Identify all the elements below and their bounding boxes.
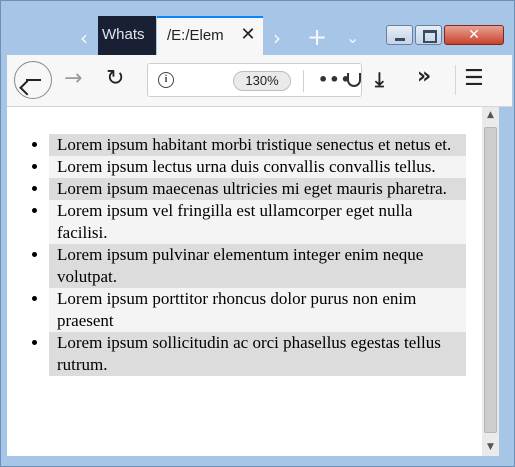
tab-strip: ‹ Whats /E:/Elem ✕ › + ⌄ ✕ (7, 13, 512, 55)
tab-active-file[interactable]: /E:/Elem ✕ (157, 16, 263, 55)
scrollbar-thumb[interactable] (484, 127, 497, 433)
tab-list-button[interactable]: ⌄ (346, 27, 359, 49)
address-bar[interactable]: i 130% ••• (147, 63, 362, 97)
list-item: Lorem ipsum maecenas ultricies mi eget m… (49, 178, 466, 200)
list-item: Lorem ipsum pulvinar elementum integer e… (49, 244, 466, 288)
zoom-level-badge[interactable]: 130% (233, 71, 291, 91)
tab-scroll-left-button[interactable]: ‹ (73, 27, 95, 49)
hamburger-menu-icon[interactable]: ☰ (464, 67, 484, 91)
browser-window: ‹ Whats /E:/Elem ✕ › + ⌄ ✕ → ↻ i 130% ••… (0, 0, 515, 467)
page-content: Lorem ipsum habitant morbi tristique sen… (7, 107, 482, 456)
back-button[interactable] (14, 61, 52, 99)
new-tab-button[interactable]: + (307, 25, 327, 49)
close-icon: ✕ (468, 27, 480, 43)
forward-button[interactable]: → (64, 67, 88, 91)
navigation-toolbar: → ↻ i 130% ••• ⤓ » ☰ (7, 55, 512, 107)
maximize-button[interactable] (415, 25, 442, 45)
minimize-button[interactable] (386, 25, 413, 45)
list-item: Lorem ipsum lectus urna duis convallis c… (49, 156, 466, 178)
list-item: Lorem ipsum vel fringilla est ullamcorpe… (49, 200, 466, 244)
list-item: Lorem ipsum sollicitudin ac orci phasell… (49, 332, 466, 376)
vertical-scrollbar[interactable]: ▲ ▼ (482, 107, 499, 456)
reload-button[interactable]: ↻ (106, 67, 130, 91)
info-icon[interactable]: i (158, 72, 174, 88)
pocket-icon[interactable] (347, 73, 361, 87)
scroll-up-arrow-icon[interactable]: ▲ (482, 107, 499, 124)
tab-title: Whats (102, 26, 145, 43)
tab-whatsapp[interactable]: Whats (98, 16, 156, 55)
tab-title: /E:/Elem (167, 27, 224, 44)
toolbar-divider (455, 65, 456, 95)
close-window-button[interactable]: ✕ (444, 25, 504, 45)
download-icon[interactable]: ⤓ (375, 67, 384, 91)
window-bottom-frame (7, 456, 512, 464)
scroll-down-arrow-icon[interactable]: ▼ (482, 439, 499, 456)
list-item: Lorem ipsum porttitor rhoncus dolor puru… (49, 288, 466, 332)
url-separator (303, 70, 304, 92)
list-item: Lorem ipsum habitant morbi tristique sen… (49, 134, 466, 156)
tab-close-icon[interactable]: ✕ (239, 25, 257, 45)
overflow-menu-icon[interactable]: » (417, 65, 431, 89)
tab-scroll-right-button[interactable]: › (273, 27, 281, 49)
bullet-list: Lorem ipsum habitant morbi tristique sen… (7, 134, 466, 376)
